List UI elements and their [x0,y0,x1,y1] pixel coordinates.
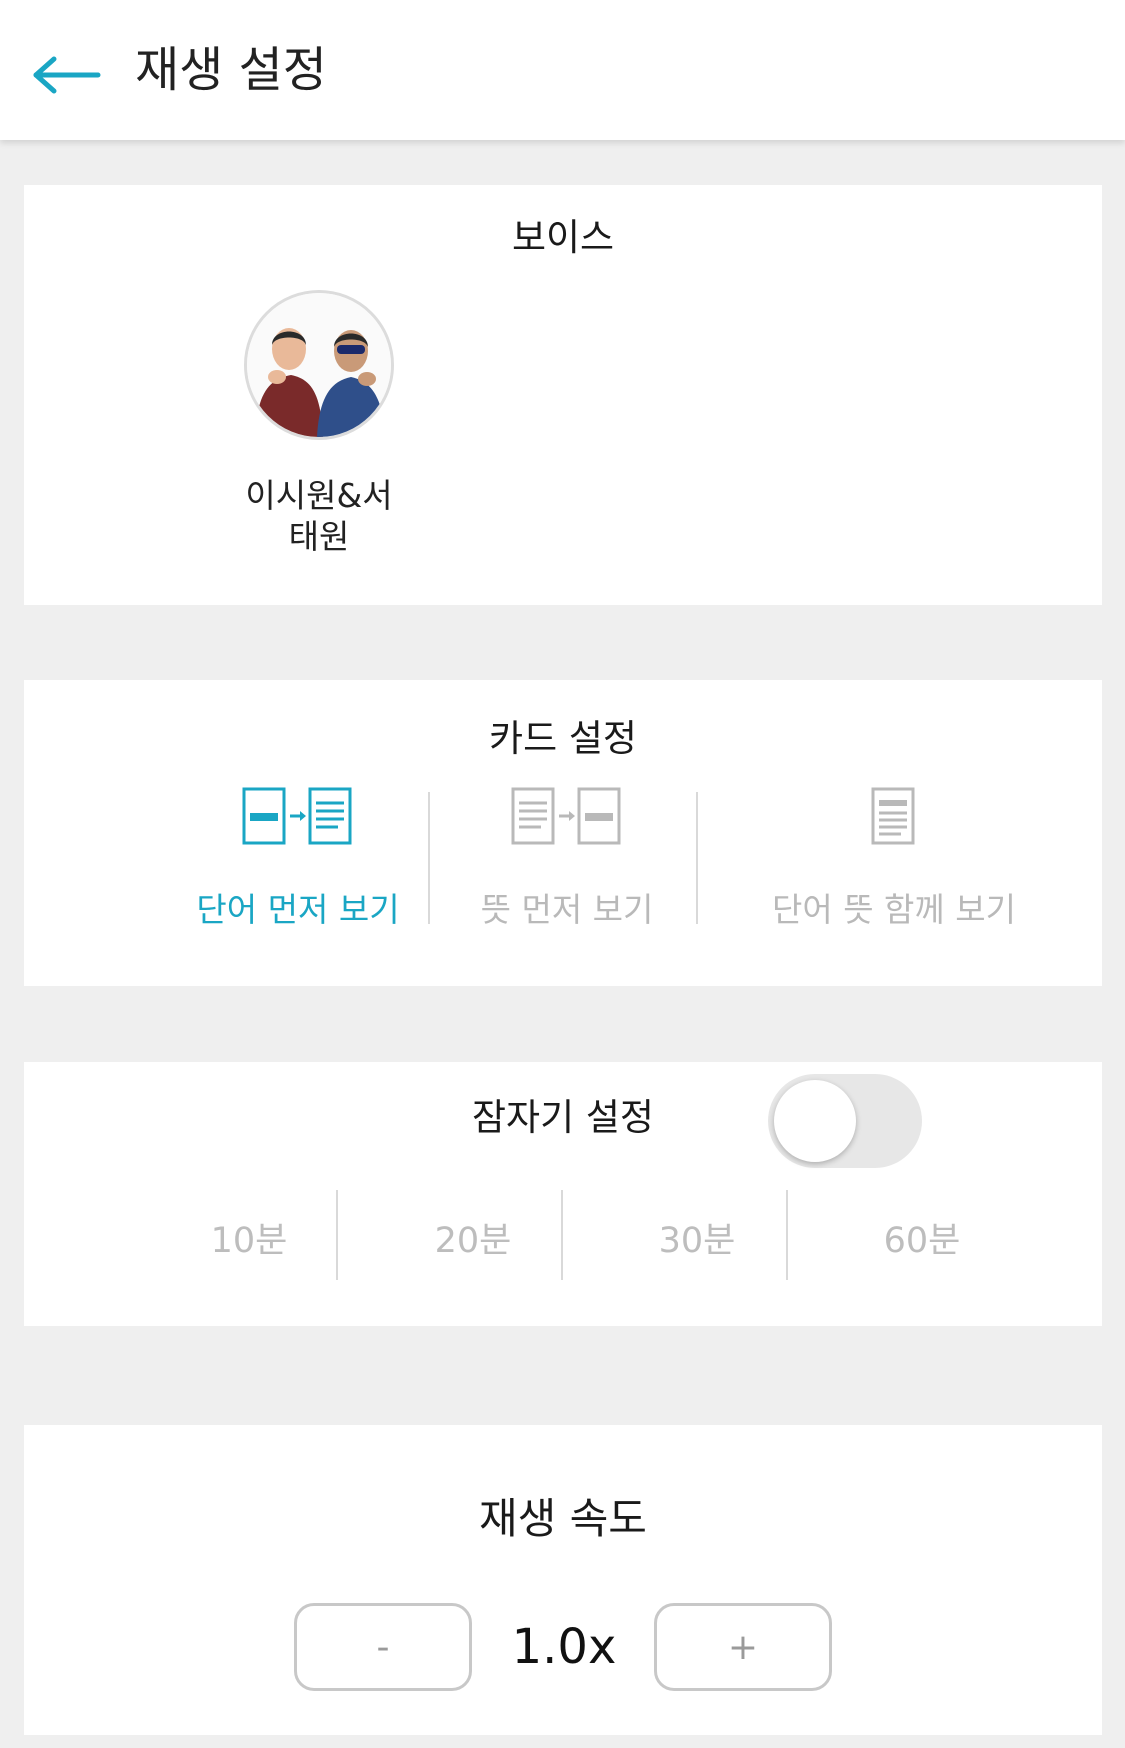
timer-option-60[interactable]: 60분 [810,1192,1034,1282]
speed-decrease-button[interactable]: - [294,1603,472,1691]
page-title: 재생 설정 [135,42,327,98]
sleep-timer-title: 잠자기 설정 [472,1096,654,1139]
back-button[interactable] [26,40,106,110]
voice-section-title: 보이스 [511,216,615,259]
voice-section: 보이스 이시원&서 태원 [24,185,1102,605]
mode-label: 단어 먼저 보기 [196,890,400,929]
timer-option-30[interactable]: 30분 [585,1192,809,1282]
divider [696,792,698,924]
voice-name-line1: 이시원&서 [245,476,393,515]
card-settings-section: 카드 설정 단어 먼저 보기 뜻 먼저 보기 단어 뜻 함께 보기 [24,680,1102,986]
card-settings-title: 카드 설정 [489,717,637,760]
mode-label: 단어 뜻 함께 보기 [772,890,1016,929]
word-first-icon [242,787,352,845]
meaning-first-icon [511,787,621,845]
arrow-left-icon [33,56,101,94]
divider [428,792,430,924]
toggle-knob [774,1080,856,1162]
speed-value: 1.0x [511,1619,617,1675]
timer-option-20[interactable]: 20분 [361,1192,585,1282]
voice-avatar[interactable] [244,290,394,440]
playback-speed-title: 재생 속도 [479,1494,647,1543]
speed-increase-button[interactable]: + [654,1603,832,1691]
voice-avatar-image [247,293,391,437]
word-meaning-together-icon [871,787,915,845]
top-app-bar: 재생 설정 [0,0,1125,140]
mode-meaning-first[interactable]: 뜻 먼저 보기 [436,785,698,945]
mode-word-meaning-together[interactable]: 단어 뜻 함께 보기 [706,785,1082,945]
divider [336,1190,338,1280]
mode-word-first[interactable]: 단어 먼저 보기 [150,785,446,945]
playback-speed-section: 재생 속도 - 1.0x + [24,1425,1102,1735]
sleep-timer-toggle[interactable] [768,1074,922,1168]
voice-name: 이시원&서 태원 [219,475,419,557]
mode-label: 뜻 먼저 보기 [480,890,654,929]
divider [786,1190,788,1280]
timer-option-10[interactable]: 10분 [137,1192,361,1282]
divider [561,1190,563,1280]
sleep-timer-section: 잠자기 설정 10분 20분 30분 60분 [24,1062,1102,1326]
voice-name-line2: 태원 [288,517,350,556]
